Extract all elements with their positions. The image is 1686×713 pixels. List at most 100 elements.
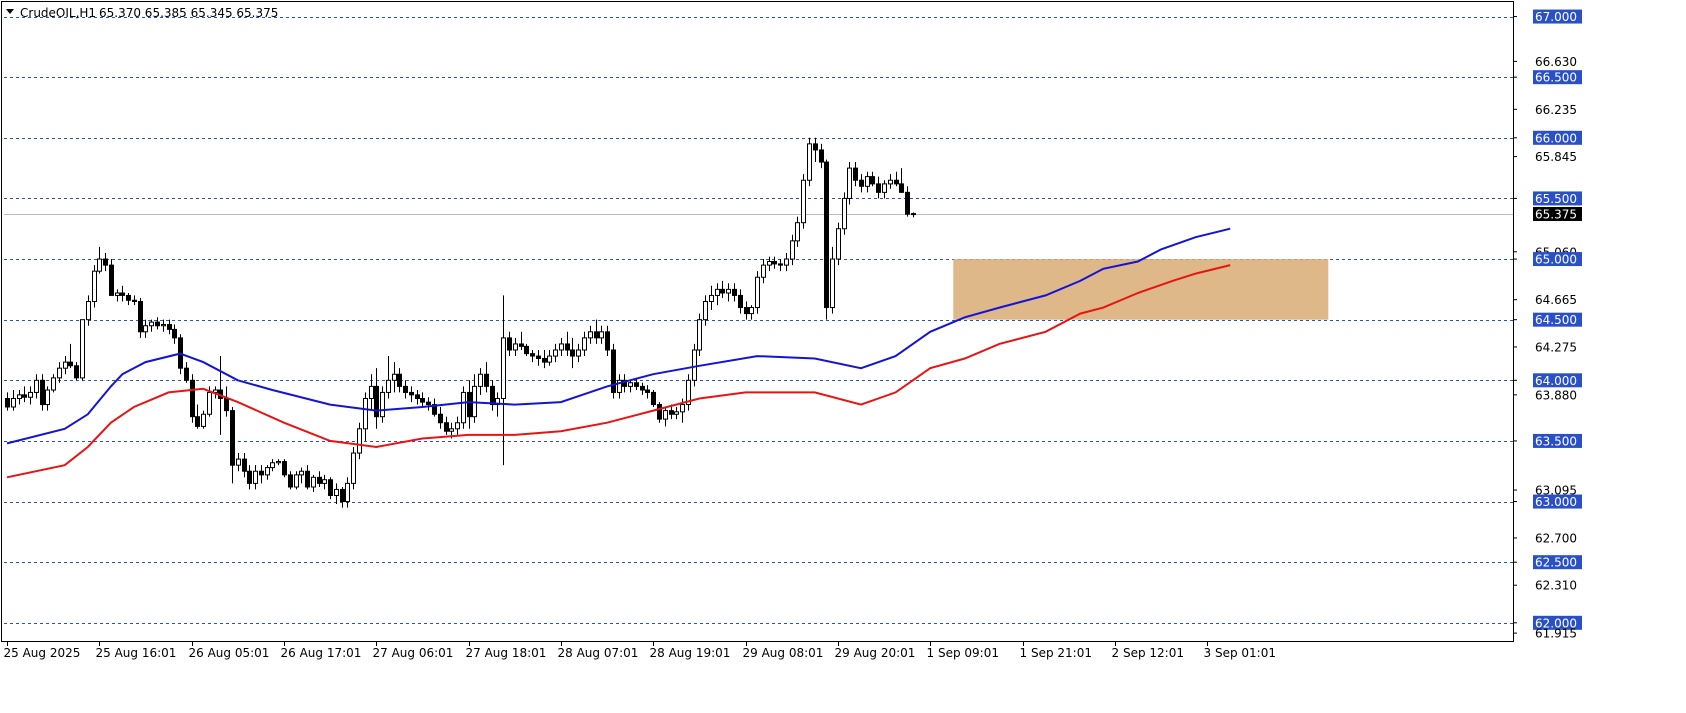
candle-body bbox=[547, 355, 552, 363]
candle-body bbox=[345, 482, 350, 503]
candle-body bbox=[369, 385, 374, 399]
candle-body bbox=[651, 391, 656, 406]
candle-body bbox=[143, 325, 148, 333]
candle-body bbox=[605, 331, 610, 351]
candle-body bbox=[709, 294, 714, 302]
candle-body bbox=[167, 324, 172, 330]
candle-body bbox=[461, 391, 466, 424]
candle-body bbox=[120, 292, 125, 296]
candle bbox=[801, 174, 806, 229]
x-tick-label: 29 Aug 20:01 bbox=[835, 646, 916, 660]
y-tick-label: 61.915 bbox=[1535, 627, 1577, 641]
candle-body bbox=[17, 394, 22, 399]
candle-body bbox=[876, 183, 881, 193]
candle-body bbox=[703, 300, 708, 321]
level-tag-label: 65.500 bbox=[1535, 192, 1577, 206]
candle-body bbox=[634, 382, 639, 387]
candle bbox=[328, 477, 333, 500]
candle-body bbox=[426, 401, 431, 406]
candle-body bbox=[276, 461, 281, 464]
candle-body bbox=[824, 161, 829, 309]
candle bbox=[80, 319, 85, 381]
candle-body bbox=[905, 191, 910, 215]
candle-body bbox=[207, 391, 212, 415]
candle bbox=[836, 222, 841, 266]
candle-body bbox=[720, 288, 725, 294]
candle bbox=[282, 459, 287, 478]
candle-body bbox=[97, 258, 102, 272]
candle-body bbox=[899, 183, 904, 193]
candle-body bbox=[582, 337, 587, 351]
candle-body bbox=[132, 299, 137, 302]
candle-body bbox=[490, 385, 495, 406]
candle-body bbox=[103, 258, 108, 266]
candle-body bbox=[294, 474, 299, 488]
x-tick-label: 27 Aug 18:01 bbox=[466, 646, 547, 660]
candle-body bbox=[790, 240, 795, 260]
candle-body bbox=[847, 167, 852, 199]
candle-body bbox=[397, 373, 402, 387]
candle bbox=[351, 446, 356, 490]
y-tick-label: 64.275 bbox=[1535, 340, 1577, 354]
candle-body bbox=[888, 179, 893, 185]
candle-body bbox=[109, 264, 114, 296]
candle-body bbox=[484, 373, 489, 387]
candle-body bbox=[190, 379, 195, 418]
candle-body bbox=[201, 413, 206, 427]
candle bbox=[651, 390, 656, 407]
x-tick-label: 29 Aug 08:01 bbox=[743, 646, 824, 660]
candle-body bbox=[767, 260, 772, 266]
candle-body bbox=[536, 355, 541, 359]
candle-body bbox=[288, 474, 293, 488]
x-tick-label: 1 Sep 21:01 bbox=[1020, 646, 1092, 660]
level-tag-label: 63.000 bbox=[1535, 495, 1577, 509]
candle-body bbox=[253, 470, 258, 484]
candle-body bbox=[195, 416, 200, 427]
zone-rect bbox=[953, 259, 1329, 320]
candle-body bbox=[357, 428, 362, 454]
candle-body bbox=[420, 397, 425, 403]
candle bbox=[461, 386, 466, 429]
candle-body bbox=[542, 357, 547, 363]
candle-body bbox=[744, 307, 749, 315]
candle-body bbox=[559, 343, 564, 351]
candle-body bbox=[149, 321, 154, 327]
level-tag-label: 64.000 bbox=[1535, 374, 1577, 388]
candle-body bbox=[184, 367, 189, 381]
candle-body bbox=[126, 294, 131, 301]
candle-body bbox=[449, 428, 454, 432]
candle bbox=[755, 271, 760, 314]
candle-body bbox=[45, 389, 50, 406]
candle-body bbox=[859, 179, 864, 187]
y-tick-label: 66.630 bbox=[1535, 55, 1577, 69]
x-tick-label: 3 Sep 01:01 bbox=[1204, 646, 1276, 660]
candle-body bbox=[63, 361, 68, 369]
candle-body bbox=[778, 263, 783, 266]
candle-body bbox=[311, 476, 316, 488]
candle-body bbox=[322, 479, 327, 484]
candle-body bbox=[524, 345, 529, 355]
price-chart[interactable]: 67.000 66.630 66.500 66.235 66.000 65.845 65.5… bbox=[0, 0, 1686, 713]
chart-header: CrudeOIL,H1 65.370 65.385 65.345 65.375 bbox=[6, 6, 278, 20]
y-tick-label: 66.235 bbox=[1535, 103, 1577, 117]
candle-body bbox=[80, 319, 85, 379]
x-tick-label: 25 Aug 16:01 bbox=[96, 646, 177, 660]
candle-body bbox=[801, 179, 806, 224]
candle-body bbox=[363, 397, 368, 430]
y-tick-label: 62.310 bbox=[1535, 579, 1577, 593]
plot-background bbox=[0, 0, 1686, 713]
candle bbox=[138, 297, 143, 338]
candle-body bbox=[715, 288, 720, 296]
candle-body bbox=[755, 276, 760, 309]
candle-body bbox=[317, 476, 322, 484]
candle-body bbox=[645, 389, 650, 393]
candle-body bbox=[282, 461, 287, 476]
candle-body bbox=[819, 149, 824, 163]
x-tick-label: 26 Aug 05:01 bbox=[189, 646, 270, 660]
candle-body bbox=[836, 228, 841, 260]
candle-body bbox=[138, 300, 143, 333]
candle-body bbox=[11, 397, 16, 408]
candle-body bbox=[409, 391, 414, 396]
y-tick-label: 62.700 bbox=[1535, 531, 1577, 545]
candle-body bbox=[576, 349, 581, 357]
